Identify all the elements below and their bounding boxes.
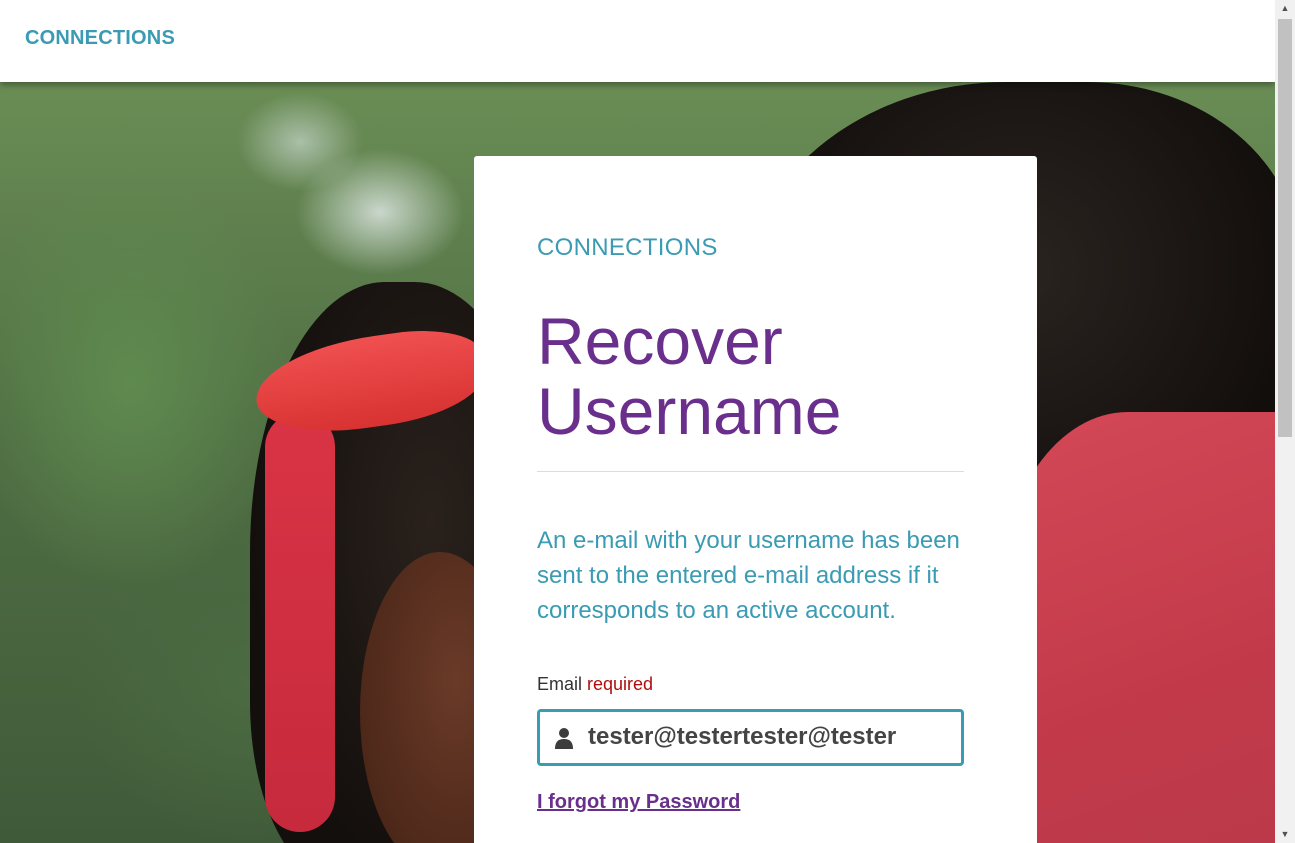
- forgot-password-link[interactable]: I forgot my Password: [537, 791, 740, 814]
- down-arrow-icon[interactable]: ▼: [1275, 826, 1295, 843]
- card-brand: CONNECTIONS: [537, 234, 718, 261]
- page-title: Recover Username: [537, 306, 967, 446]
- background-person-shirt: [1000, 412, 1275, 843]
- scrollbar-thumb[interactable]: [1278, 19, 1292, 437]
- email-label-text: Email: [537, 674, 583, 694]
- confirmation-message: An e-mail with your username has been se…: [537, 527, 960, 624]
- email-field-container[interactable]: [537, 709, 964, 766]
- page-scrollbar[interactable]: ▲ ▼: [1275, 0, 1295, 843]
- email-label: Email required: [537, 674, 653, 695]
- title-divider: [537, 471, 964, 472]
- user-icon: [555, 728, 573, 749]
- required-indicator: required: [587, 674, 654, 694]
- page-title-line-1: Recover: [537, 304, 783, 378]
- page-title-line-2: Username: [537, 374, 842, 448]
- email-input[interactable]: [588, 718, 948, 756]
- top-navigation-bar: CONNECTIONS: [0, 0, 1275, 82]
- recover-username-card: CONNECTIONS Recover Username An e-mail w…: [474, 156, 1037, 843]
- up-arrow-icon[interactable]: ▲: [1275, 0, 1295, 17]
- background-headband: [265, 412, 335, 832]
- header-brand-logo[interactable]: CONNECTIONS: [25, 27, 175, 50]
